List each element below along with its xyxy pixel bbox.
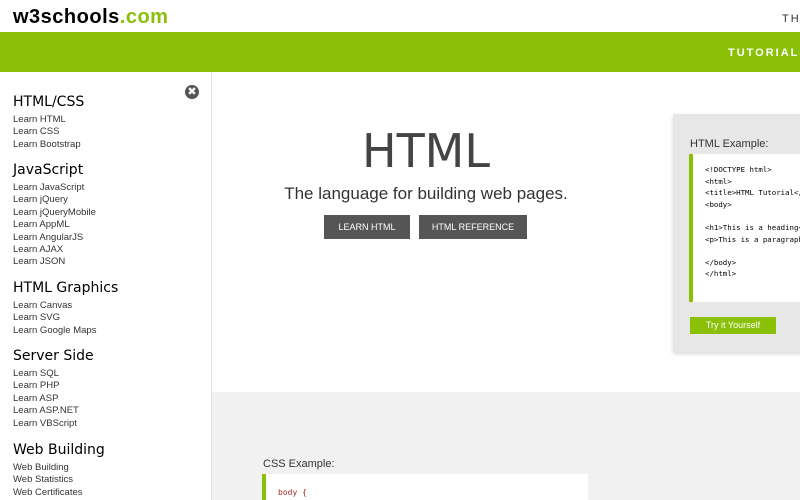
code-line: </html> (705, 269, 737, 279)
sidebar-link[interactable]: Web Certificates (13, 487, 105, 499)
nav-tutorials-label: TUTORIALS (728, 47, 800, 59)
logo-suffix: .com (119, 6, 169, 28)
code-line: <p>This is a paragraph.</p> (705, 234, 800, 244)
page-subtitle: The language for building web pages. (284, 184, 568, 203)
css-example-title: CSS Example: (263, 458, 335, 470)
html-example-title: HTML Example: (690, 138, 769, 150)
sidebar-section-title: HTML/CSS (13, 94, 85, 110)
sidebar-link[interactable]: Learn SVG (13, 312, 118, 324)
html-example-card: HTML Example: <!DOCTYPE html> <html> <titl… (673, 114, 800, 352)
sidebar-link[interactable]: Web Building (13, 462, 105, 474)
sidebar-section: Server Side Learn SQL Learn PHP Learn ASP Le… (13, 348, 94, 430)
sidebar-link[interactable]: Learn HTML (13, 114, 84, 126)
top-bar: w3schools.com THE (0, 0, 800, 32)
code-line: <h1>This is a heading</h1> (705, 222, 800, 232)
sidebar-link[interactable]: Learn SQL (13, 368, 94, 380)
sidebar-section: HTML Graphics Learn Canvas Learn SVG Learn … (13, 280, 118, 337)
sidebar: ✖ HTML/CSS Learn HTML Learn CSS Learn Boots… (0, 72, 212, 500)
nav-bar: TUTORIALS ▾ (0, 32, 800, 72)
logo-prefix: w3schools (13, 6, 120, 28)
sidebar-link[interactable]: Learn VBScript (13, 418, 94, 430)
sidebar-section-title: Web Building (13, 442, 105, 458)
sidebar-link[interactable]: Learn ASP.NET (13, 405, 94, 417)
code-line: <html> (705, 176, 732, 186)
code-line: <!DOCTYPE html> (705, 165, 772, 174)
sidebar-link[interactable]: Learn jQueryMobile (13, 207, 96, 219)
sidebar-section-title: Server Side (13, 348, 94, 364)
sidebar-link[interactable]: Learn Bootstrap (13, 139, 84, 151)
sidebar-section: Web Building Web Building Web Statistics We… (13, 442, 105, 499)
sidebar-link[interactable]: Learn ASP (13, 393, 94, 405)
main-content: HTML The language for building web pages… (212, 72, 800, 500)
sidebar-link[interactable]: Learn AppML (13, 219, 96, 231)
w3schools-logo[interactable]: w3schools.com (13, 6, 168, 29)
sidebar-section: HTML/CSS Learn HTML Learn CSS Learn Bootstr… (13, 94, 84, 151)
css-example-code: body { (262, 474, 588, 500)
sidebar-link[interactable]: Learn PHP (13, 380, 94, 392)
code-line: <title>HTML Tutorial</title> (705, 188, 800, 198)
code-line: </body> (705, 257, 737, 267)
sidebar-link[interactable]: Learn AngularJS (13, 232, 96, 244)
sidebar-link[interactable]: Web Statistics (13, 474, 105, 486)
sidebar-section: JavaScript Learn JavaScript Learn jQuery Le… (13, 162, 96, 269)
sidebar-link[interactable]: Learn jQuery (13, 194, 96, 206)
sidebar-link[interactable]: Learn AJAX (13, 244, 96, 256)
sidebar-link[interactable]: Learn JavaScript (13, 182, 96, 194)
sidebar-link[interactable]: Learn Google Maps (13, 325, 118, 337)
sidebar-link[interactable]: Learn Canvas (13, 300, 118, 312)
try-it-yourself-button[interactable]: Try it Yourself (690, 317, 776, 334)
top-right-link[interactable]: THE (782, 13, 800, 25)
hero-section: HTML The language for building web pages… (212, 72, 800, 392)
code-line: <body> (705, 199, 732, 209)
html-reference-button[interactable]: HTML REFERENCE (419, 215, 527, 239)
page-title: HTML (361, 124, 490, 178)
close-icon[interactable]: ✖ (185, 85, 199, 99)
nav-tutorials-dropdown[interactable]: TUTORIALS ▾ (728, 46, 800, 59)
sidebar-section-title: JavaScript (13, 162, 84, 178)
sidebar-section-title: HTML Graphics (13, 280, 119, 296)
html-example-code: <!DOCTYPE html> <html> <title>HTML Tutoria… (689, 154, 800, 302)
sidebar-link[interactable]: Learn CSS (13, 126, 84, 138)
sidebar-link[interactable]: Learn JSON (13, 256, 96, 268)
learn-html-button[interactable]: LEARN HTML (324, 215, 410, 239)
